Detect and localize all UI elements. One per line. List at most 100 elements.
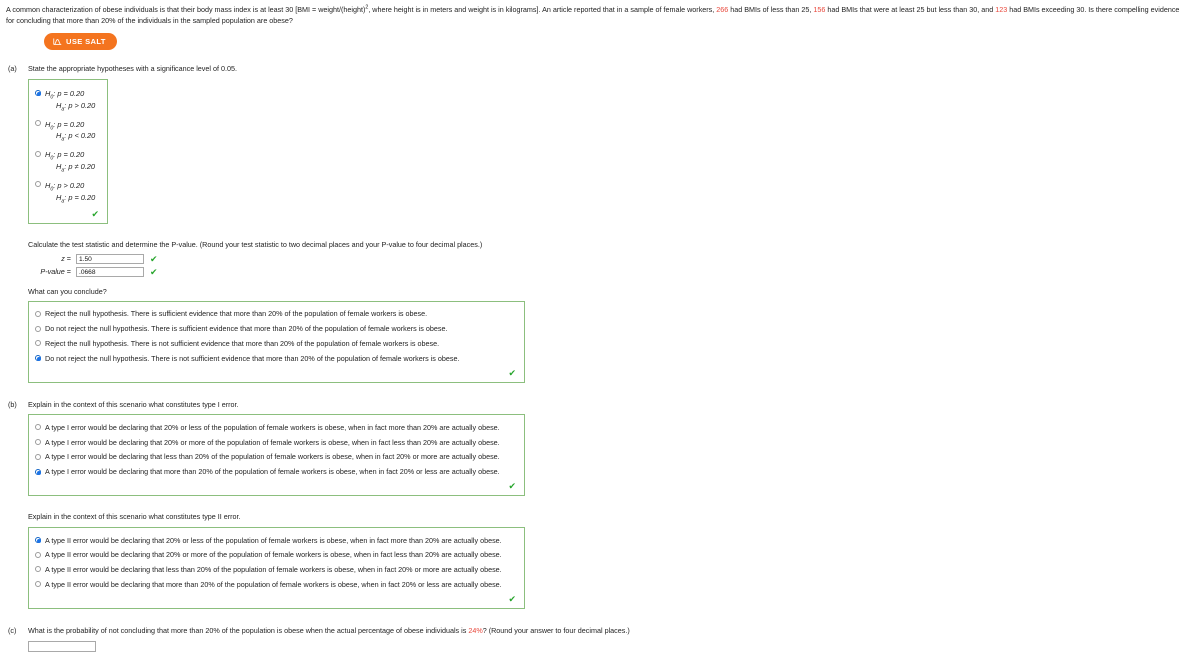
value-n1: 266 bbox=[716, 5, 729, 14]
radio-type1-3[interactable] bbox=[35, 453, 41, 460]
radio-conclusion-4[interactable] bbox=[35, 355, 41, 361]
conclusion-option-3[interactable]: Reject the null hypothesis. There is not… bbox=[35, 336, 518, 351]
ha-rest-3: : p ≠ 0.20 bbox=[64, 162, 95, 172]
conclusion-label-1: Reject the null hypothesis. There is suf… bbox=[45, 309, 428, 319]
type1-correct-checkmark: ✔ bbox=[508, 481, 516, 492]
part-c-label: (c) bbox=[8, 625, 17, 635]
p-value-label: P-value = bbox=[28, 267, 76, 277]
type2-option-1[interactable]: A type II error would be declaring that … bbox=[35, 533, 518, 548]
calculate-instructions: Calculate the test statistic and determi… bbox=[28, 240, 483, 250]
test-statistic-fields: z = ✔ P-value = ✔ bbox=[0, 253, 1200, 278]
type1-label-2: A type I error would be declaring that 2… bbox=[45, 437, 500, 447]
radio-hypothesis-2[interactable] bbox=[35, 120, 41, 127]
h0-rest-2: : p = 0.20 bbox=[53, 119, 85, 129]
radio-type1-1[interactable] bbox=[35, 424, 41, 431]
conclusion-option-4[interactable]: Do not reject the null hypothesis. There… bbox=[35, 351, 518, 366]
type1-answer-box: A type I error would be declaring that 2… bbox=[28, 414, 525, 497]
normal-curve-icon bbox=[53, 37, 62, 46]
hypotheses-answer-box: H0: p = 0.20 Ha: p > 0.20 H0: p = 0.20 H… bbox=[28, 79, 108, 225]
radio-type2-2[interactable] bbox=[35, 551, 41, 558]
use-salt-button[interactable]: USE SALT bbox=[44, 33, 117, 51]
p-value-input[interactable] bbox=[76, 267, 144, 278]
p-value-field-row: P-value = ✔ bbox=[28, 266, 1200, 278]
part-a-label: (a) bbox=[8, 64, 17, 74]
conclusion-label-4: Do not reject the null hypothesis. There… bbox=[45, 353, 460, 363]
type2-label-2: A type II error would be declaring that … bbox=[45, 550, 502, 560]
hypothesis-option-1[interactable]: H0: p = 0.20 Ha: p > 0.20 bbox=[35, 85, 101, 116]
conclusion-label-3: Reject the null hypothesis. There is not… bbox=[45, 338, 440, 348]
intro-part4: had BMIs that were at least 25 but less … bbox=[825, 5, 996, 14]
ha-rest-2: : p < 0.20 bbox=[64, 131, 96, 141]
hypothesis-option-3[interactable]: H0: p = 0.20 Ha: p ≠ 0.20 bbox=[35, 146, 101, 177]
type2-label-1: A type II error would be declaring that … bbox=[45, 535, 502, 545]
h0-rest-1: : p = 0.20 bbox=[53, 89, 85, 99]
intro-part2: , where height is in meters and weight i… bbox=[368, 5, 717, 14]
p-value-correct-checkmark: ✔ bbox=[150, 266, 158, 277]
part-b: (b) Explain in the context of this scena… bbox=[0, 400, 1200, 497]
part-c-prompt-post: ? (Round your answer to four decimal pla… bbox=[482, 625, 630, 635]
hypotheses-correct-checkmark: ✔ bbox=[91, 209, 99, 220]
radio-hypothesis-1[interactable] bbox=[35, 89, 41, 96]
radio-type2-1[interactable] bbox=[35, 537, 41, 544]
z-correct-checkmark: ✔ bbox=[150, 253, 158, 264]
conclusion-correct-checkmark: ✔ bbox=[508, 367, 516, 378]
z-equals: = bbox=[66, 254, 71, 264]
type1-label-4: A type I error would be declaring that m… bbox=[45, 467, 500, 477]
part-c-prompt-pre: What is the probability of not concludin… bbox=[28, 625, 469, 635]
radio-type1-2[interactable] bbox=[35, 439, 41, 446]
z-field-row: z = ✔ bbox=[28, 253, 1200, 265]
part-a-prompt: State the appropriate hypotheses with a … bbox=[28, 64, 237, 74]
p-value-label-text: P-value bbox=[40, 267, 65, 277]
use-salt-label: USE SALT bbox=[66, 37, 106, 47]
z-label: z = bbox=[28, 254, 76, 264]
part-c: (c) What is the probability of not concl… bbox=[0, 626, 1200, 652]
part-a: (a) State the appropriate hypotheses wit… bbox=[0, 64, 1200, 225]
type1-option-3[interactable]: A type I error would be declaring that l… bbox=[35, 450, 518, 465]
part-b-label: (b) bbox=[8, 399, 17, 409]
z-input[interactable] bbox=[76, 254, 144, 265]
conclusion-option-2[interactable]: Do not reject the null hypothesis. There… bbox=[35, 322, 518, 337]
h0-rest-3: : p = 0.20 bbox=[53, 150, 85, 160]
conclusion-label-2: Do not reject the null hypothesis. There… bbox=[45, 324, 448, 334]
value-n2: 156 bbox=[813, 5, 826, 14]
radio-conclusion-2[interactable] bbox=[35, 325, 41, 332]
conclusion-option-1[interactable]: Reject the null hypothesis. There is suf… bbox=[35, 307, 518, 322]
radio-hypothesis-4[interactable] bbox=[35, 181, 41, 188]
type1-label-1: A type I error would be declaring that 2… bbox=[45, 422, 500, 432]
hypothesis-option-4[interactable]: H0: p > 0.20 Ha: p = 0.20 bbox=[35, 177, 101, 208]
ha-rest-1: : p > 0.20 bbox=[64, 100, 96, 110]
type1-prompt: Explain in the context of this scenario … bbox=[28, 399, 239, 409]
part-c-input[interactable] bbox=[28, 640, 96, 652]
radio-conclusion-3[interactable] bbox=[35, 340, 41, 347]
h0-rest-4: : p > 0.20 bbox=[53, 180, 85, 190]
type2-section: Explain in the context of this scenario … bbox=[0, 512, 1200, 609]
radio-type1-4[interactable] bbox=[35, 468, 41, 475]
type1-option-2[interactable]: A type I error would be declaring that 2… bbox=[35, 435, 518, 450]
conclusion-prompt: What can you conclude? bbox=[28, 287, 107, 297]
type2-option-4[interactable]: A type II error would be declaring that … bbox=[35, 577, 518, 592]
type2-answer-box: A type II error would be declaring that … bbox=[28, 527, 525, 609]
intro-part1: A common characterization of obese indiv… bbox=[6, 5, 366, 14]
type2-correct-checkmark: ✔ bbox=[508, 593, 516, 604]
type1-option-1[interactable]: A type I error would be declaring that 2… bbox=[35, 420, 518, 435]
type1-label-3: A type I error would be declaring that l… bbox=[45, 452, 500, 462]
intro-part3: had BMIs of less than 25, bbox=[728, 5, 814, 14]
p-value-equals: = bbox=[66, 267, 71, 277]
hypothesis-option-2[interactable]: H0: p = 0.20 Ha: p < 0.20 bbox=[35, 116, 101, 147]
radio-type2-4[interactable] bbox=[35, 581, 41, 588]
radio-type2-3[interactable] bbox=[35, 566, 41, 573]
type2-option-3[interactable]: A type II error would be declaring that … bbox=[35, 562, 518, 577]
salt-button-container: USE SALT bbox=[0, 26, 1200, 51]
conclusion-answer-box: Reject the null hypothesis. There is suf… bbox=[28, 300, 525, 383]
radio-conclusion-1[interactable] bbox=[35, 310, 41, 317]
type2-label-3: A type II error would be declaring that … bbox=[45, 564, 502, 574]
exercise-page: A common characterization of obese indiv… bbox=[0, 0, 1200, 652]
type2-option-2[interactable]: A type II error would be declaring that … bbox=[35, 548, 518, 563]
problem-statement: A common characterization of obese indiv… bbox=[0, 0, 1192, 26]
ha-rest-4: : p = 0.20 bbox=[64, 192, 96, 202]
type1-option-4[interactable]: A type I error would be declaring that m… bbox=[35, 465, 518, 480]
part-c-percentage: 24% bbox=[468, 625, 483, 635]
radio-hypothesis-3[interactable] bbox=[35, 150, 41, 157]
type2-label-4: A type II error would be declaring that … bbox=[45, 579, 502, 589]
type2-prompt: Explain in the context of this scenario … bbox=[28, 512, 241, 522]
